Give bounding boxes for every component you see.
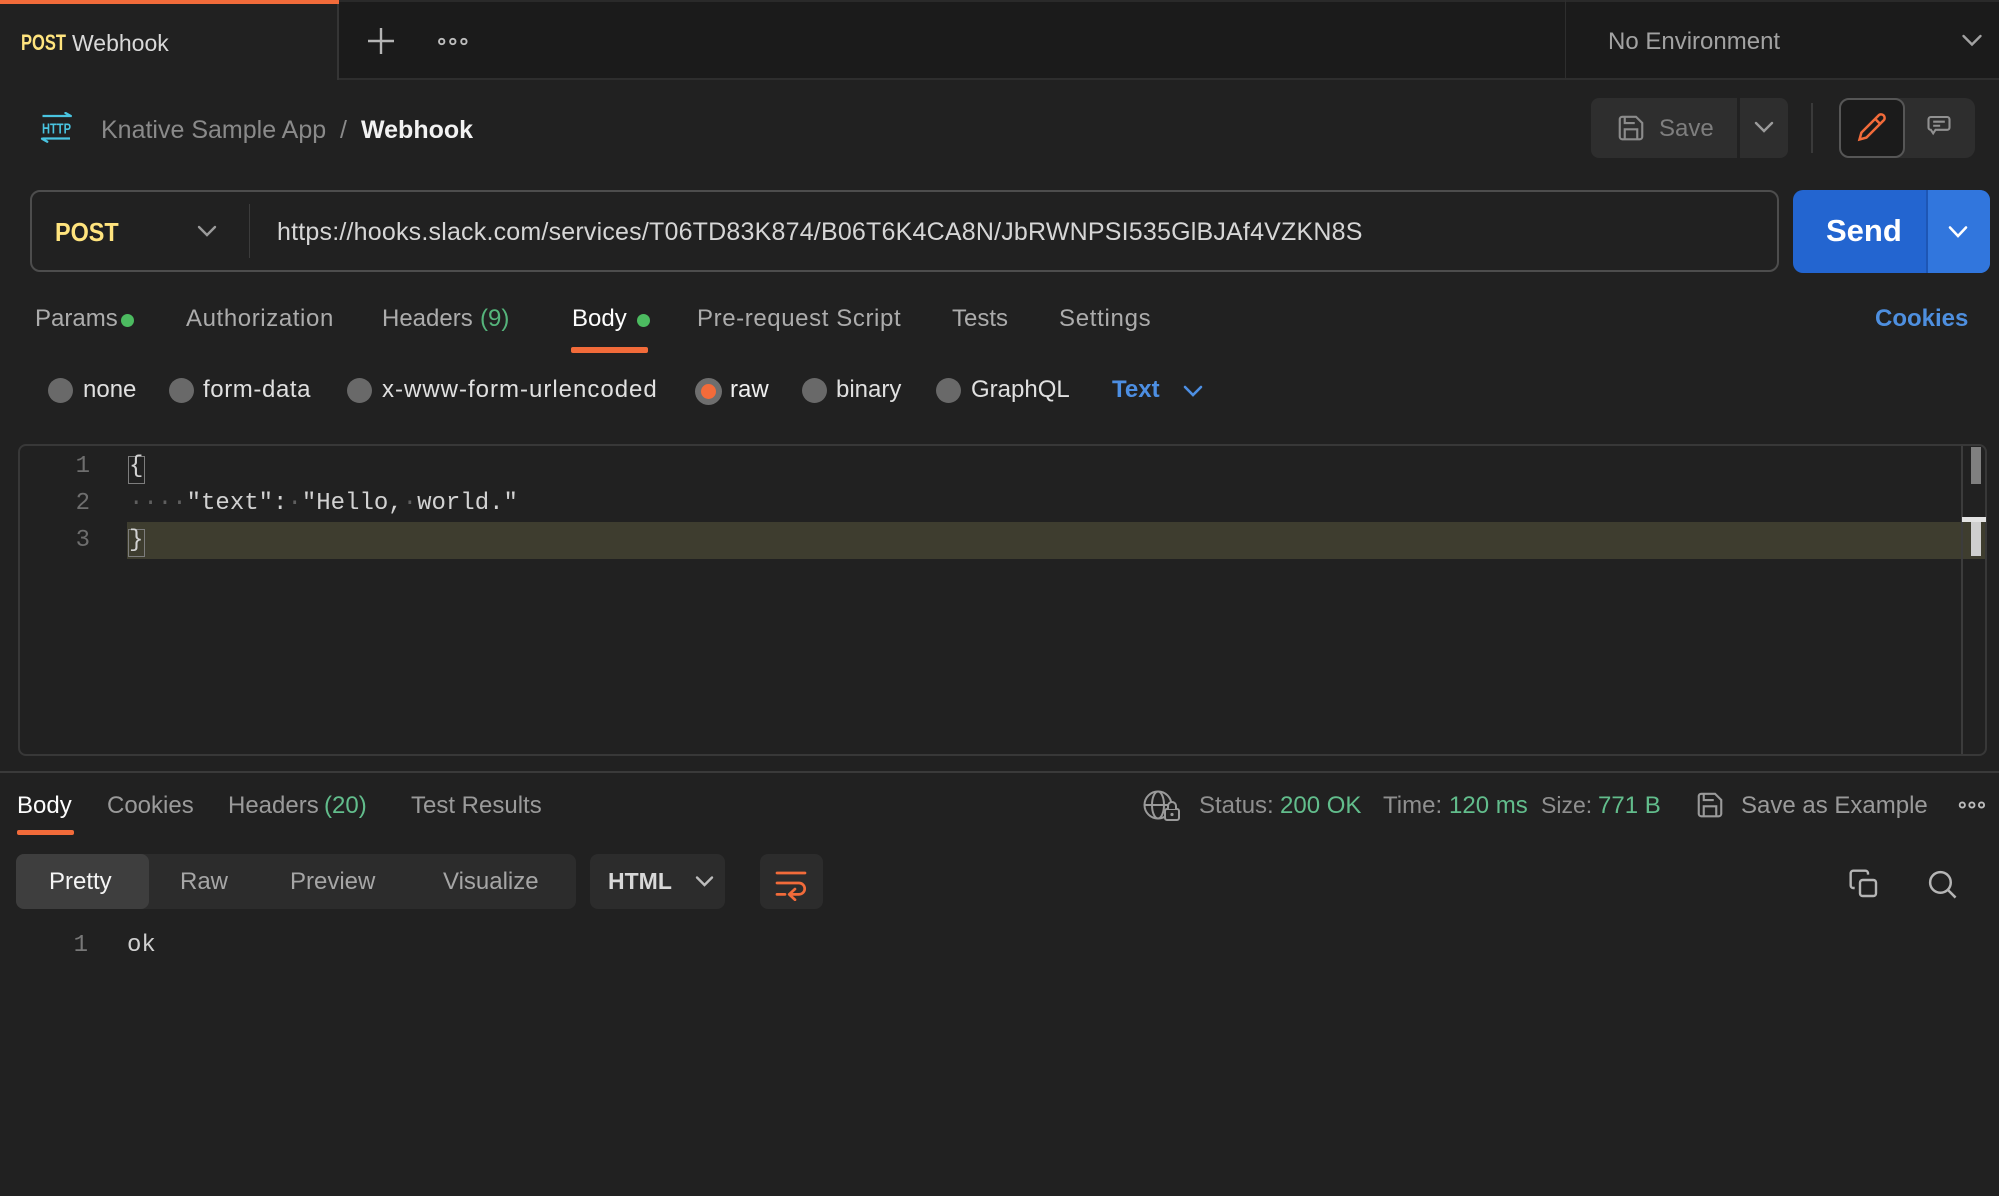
svg-text:HTTP: HTTP [42,121,71,138]
